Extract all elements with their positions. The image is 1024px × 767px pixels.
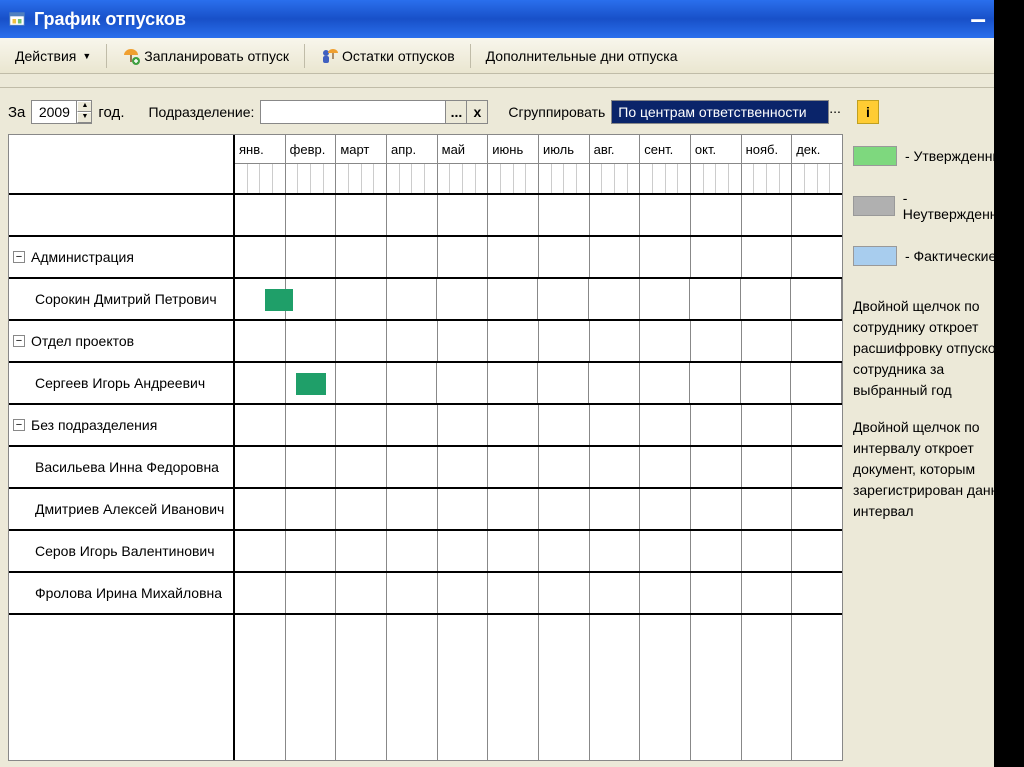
person-umbrella-icon [320,47,338,65]
chevron-down-icon: ▼ [82,51,91,61]
group-value[interactable]: По центрам ответственности [611,100,829,124]
vacation-bar[interactable] [296,373,326,395]
year-spinner[interactable]: ▲ ▼ [31,100,92,124]
collapse-icon[interactable]: − [13,335,25,347]
legend-approved: - Утвержденные [849,134,994,178]
gantt-chart: янв.февр.мартапр.майиюньиюльавг.сент.окт… [8,134,843,761]
hint-interval: Двойной щелчок по интервалу откроет доку… [849,409,994,530]
actions-menu[interactable]: Действия ▼ [6,44,100,68]
month-header: нояб. [742,135,793,163]
hint-employee: Двойной щелчок по сотруднику откроет рас… [849,288,994,409]
row-label: Фролова Ирина Михайловна [35,585,222,601]
row-label: Без подразделения [31,417,157,433]
employee-row[interactable]: Фролова Ирина Михайловна [9,573,842,615]
month-header: февр. [286,135,337,163]
group-select-button[interactable]: ... [829,100,841,124]
division-lookup: ... x [260,100,488,124]
month-header: окт. [691,135,742,163]
employee-row[interactable]: Серов Игорь Валентинович [9,531,842,573]
toolbar: Действия ▼ Запланировать отпуск Остатки … [0,38,994,74]
row-label: Серов Игорь Валентинович [35,543,215,559]
month-header: май [438,135,489,163]
titlebar: График отпусков – [0,0,994,38]
group-row: −Отдел проектов [9,321,842,363]
umbrella-plus-icon [122,47,140,65]
window-title: График отпусков [34,9,186,30]
window: График отпусков – Действия ▼ Запланирова… [0,0,994,767]
legend-approved-label: - Утвержденные [905,148,994,164]
minimize-icon[interactable]: – [970,3,986,35]
plan-label: Запланировать отпуск [144,48,289,64]
month-header: март [336,135,387,163]
group-select: По центрам ответственности ... [611,100,841,124]
extra-days-button[interactable]: Дополнительные дни отпуска [477,44,687,68]
employee-row[interactable]: Васильева Инна Федоровна [9,447,842,489]
separator [470,44,471,68]
employee-row[interactable]: Сергеев Игорь Андреевич [9,363,842,405]
toolbar-spacer [0,74,994,88]
legend-unapproved-label: - Неутвержденные [903,190,994,222]
year-up-button[interactable]: ▲ [77,101,91,112]
row-label: Администрация [31,249,134,265]
month-header: дек. [792,135,842,163]
group-row: −Без подразделения [9,405,842,447]
actions-label: Действия [15,48,76,64]
legend: - Утвержденные - Неутвержденные - Фактич… [849,130,994,288]
swatch-approved [853,146,897,166]
header-row: янв.февр.мартапр.майиюньиюльавг.сент.окт… [9,135,842,195]
plan-vacation-button[interactable]: Запланировать отпуск [113,43,298,69]
month-header: июль [539,135,590,163]
za-label: За [8,104,25,121]
legend-unapproved: - Неутвержденные [849,178,994,234]
week-ticks [235,164,842,193]
legend-actual-label: - Фактические [905,248,994,264]
separator [304,44,305,68]
legend-actual: - Фактические [849,234,994,278]
employee-row[interactable]: Сорокин Дмитрий Петрович [9,279,842,321]
app-icon [8,9,28,29]
month-header: сент. [640,135,691,163]
year-input[interactable] [32,102,76,122]
name-column-header [9,135,235,193]
swatch-actual [853,246,897,266]
side-panel: i - Утвержденные - Неутвержденные - Факт… [849,88,994,767]
swatch-unapproved [853,196,895,216]
god-label: год. [98,104,124,121]
info-button[interactable]: i [857,100,879,124]
group-row: −Администрация [9,237,842,279]
division-select-button[interactable]: ... [445,100,467,124]
division-label: Подразделение: [148,104,254,120]
division-clear-button[interactable]: x [466,100,488,124]
group-label: Сгруппировать [508,104,605,120]
year-down-button[interactable]: ▼ [77,112,91,123]
division-input[interactable] [260,100,446,124]
collapse-icon[interactable]: − [13,251,25,263]
row-label: Васильева Инна Федоровна [35,459,219,475]
employee-row[interactable]: Дмитриев Алексей Иванович [9,489,842,531]
month-header: янв. [235,135,286,163]
remainders-button[interactable]: Остатки отпусков [311,43,464,69]
month-labels: янв.февр.мартапр.майиюньиюльавг.сент.окт… [235,135,842,164]
row-label: Сорокин Дмитрий Петрович [35,291,217,307]
month-header: апр. [387,135,438,163]
row-label: Отдел проектов [31,333,134,349]
remainders-label: Остатки отпусков [342,48,455,64]
data-rows: −АдминистрацияСорокин Дмитрий Петрович−О… [9,237,842,615]
extra-days-label: Дополнительные дни отпуска [486,48,678,64]
collapse-icon[interactable]: − [13,419,25,431]
vacation-bar[interactable] [265,289,292,311]
row-label: Сергеев Игорь Андреевич [35,375,205,391]
filter-row: За ▲ ▼ год. Подразделение: ... x Сгруппи… [0,88,849,134]
month-header: июнь [488,135,539,163]
row-label: Дмитриев Алексей Иванович [35,501,224,517]
separator [106,44,107,68]
month-header: авг. [590,135,641,163]
